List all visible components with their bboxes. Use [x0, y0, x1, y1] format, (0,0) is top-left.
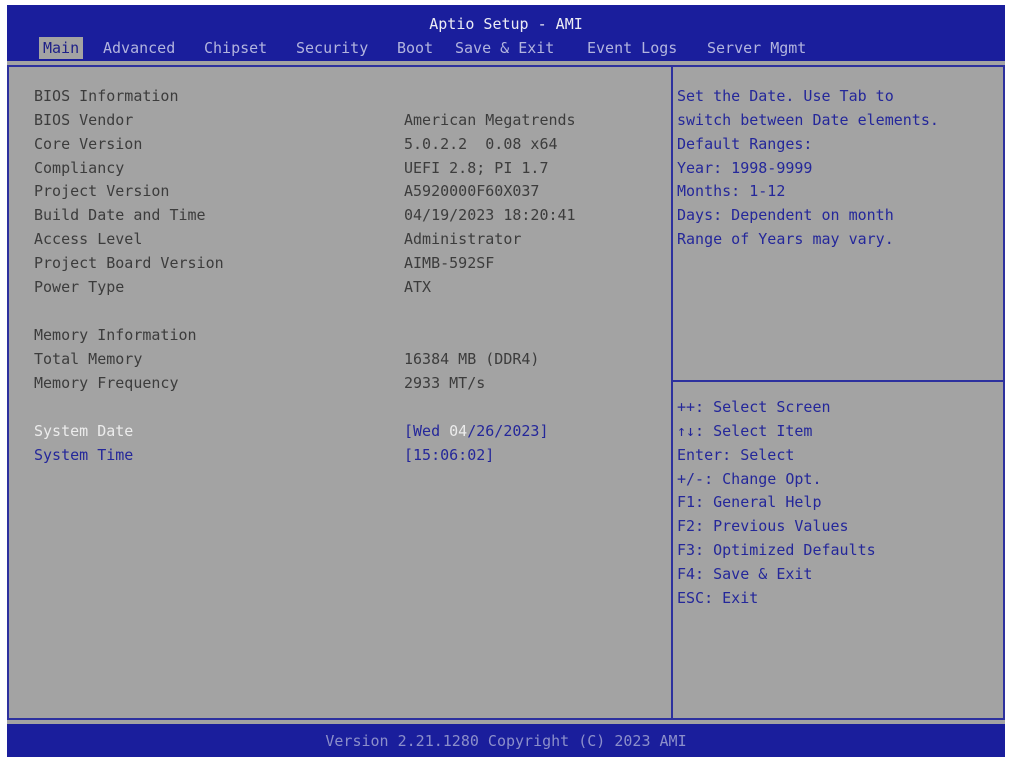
bios-vendor-value: American Megatrends [404, 111, 576, 129]
help-line: Range of Years may vary. [677, 230, 894, 248]
help-line: Months: 1-12 [677, 182, 786, 200]
key-help-line: F1: General Help [677, 493, 822, 511]
panel-divider [671, 65, 673, 720]
bios-screen: Aptio Setup - AMI Main Advanced Chipset … [7, 5, 1005, 757]
tab-boot[interactable]: Boot [397, 37, 433, 59]
help-line: Default Ranges: [677, 135, 813, 153]
help-line: Year: 1998-9999 [677, 159, 813, 177]
key-help-line: F2: Previous Values [677, 517, 849, 535]
tab-event-logs[interactable]: Event Logs [587, 37, 677, 59]
tab-security[interactable]: Security [296, 37, 368, 59]
system-date-field[interactable]: [Wed 04/26/2023] [404, 422, 549, 440]
power-type-label: Power Type [34, 278, 125, 296]
access-level-label: Access Level [34, 230, 143, 248]
key-help-line: F4: Save & Exit [677, 565, 813, 583]
app-title: Aptio Setup - AMI [429, 15, 583, 33]
total-memory-value: 16384 MB (DDR4) [404, 350, 540, 368]
system-date-prefix: [Wed [404, 422, 450, 440]
board-version-value: AIMB-592SF [404, 254, 495, 272]
key-help-line: F3: Optimized Defaults [677, 541, 876, 559]
total-memory-label: Total Memory [34, 350, 143, 368]
core-version-label: Core Version [34, 135, 143, 153]
memory-info-heading: Memory Information [34, 326, 197, 344]
tab-server-mgmt[interactable]: Server Mgmt [707, 37, 806, 59]
system-time-field[interactable]: [15:06:02] [404, 446, 494, 464]
bios-info-heading: BIOS Information [34, 87, 179, 105]
help-divider [673, 380, 1005, 382]
compliancy-label: Compliancy [34, 159, 125, 177]
help-line: switch between Date elements. [677, 111, 939, 129]
key-help-line: ESC: Exit [677, 589, 759, 607]
compliancy-value: UEFI 2.8; PI 1.7 [404, 159, 549, 177]
help-line: Days: Dependent on month [677, 206, 894, 224]
key-help-line: +/-: Change Opt. [677, 470, 822, 488]
tab-save-exit[interactable]: Save & Exit [455, 37, 554, 59]
key-help-line: ++: Select Screen [677, 398, 831, 416]
system-date-suffix: /26/2023] [467, 422, 549, 440]
board-version-label: Project Board Version [34, 254, 224, 272]
help-line: Set the Date. Use Tab to [677, 87, 894, 105]
memory-frequency-value: 2933 MT/s [404, 374, 486, 392]
key-help-line: Enter: Select [677, 446, 795, 464]
key-help-line: ↑↓: Select Item [677, 422, 813, 440]
project-version-value: A5920000F60X037 [404, 182, 540, 200]
project-version-label: Project Version [34, 182, 170, 200]
access-level-value: Administrator [404, 230, 522, 248]
power-type-value: ATX [404, 278, 432, 296]
bios-vendor-label: BIOS Vendor [34, 111, 134, 129]
system-time-label[interactable]: System Time [34, 446, 133, 464]
tab-advanced[interactable]: Advanced [103, 37, 175, 59]
system-date-month[interactable]: 04 [449, 422, 467, 440]
memory-frequency-label: Memory Frequency [34, 374, 179, 392]
tab-main[interactable]: Main [39, 37, 84, 59]
build-date-value: 04/19/2023 18:20:41 [404, 206, 576, 224]
title-bar: Aptio Setup - AMI Main Advanced Chipset … [7, 5, 1005, 61]
core-version-value: 5.0.2.2 0.08 x64 [404, 135, 558, 153]
build-date-label: Build Date and Time [34, 206, 206, 224]
system-date-label[interactable]: System Date [34, 422, 133, 440]
tab-chipset[interactable]: Chipset [204, 37, 267, 59]
version-copyright: Version 2.21.1280 Copyright (C) 2023 AMI [325, 732, 687, 750]
footer-bar: Version 2.21.1280 Copyright (C) 2023 AMI [7, 724, 1005, 757]
